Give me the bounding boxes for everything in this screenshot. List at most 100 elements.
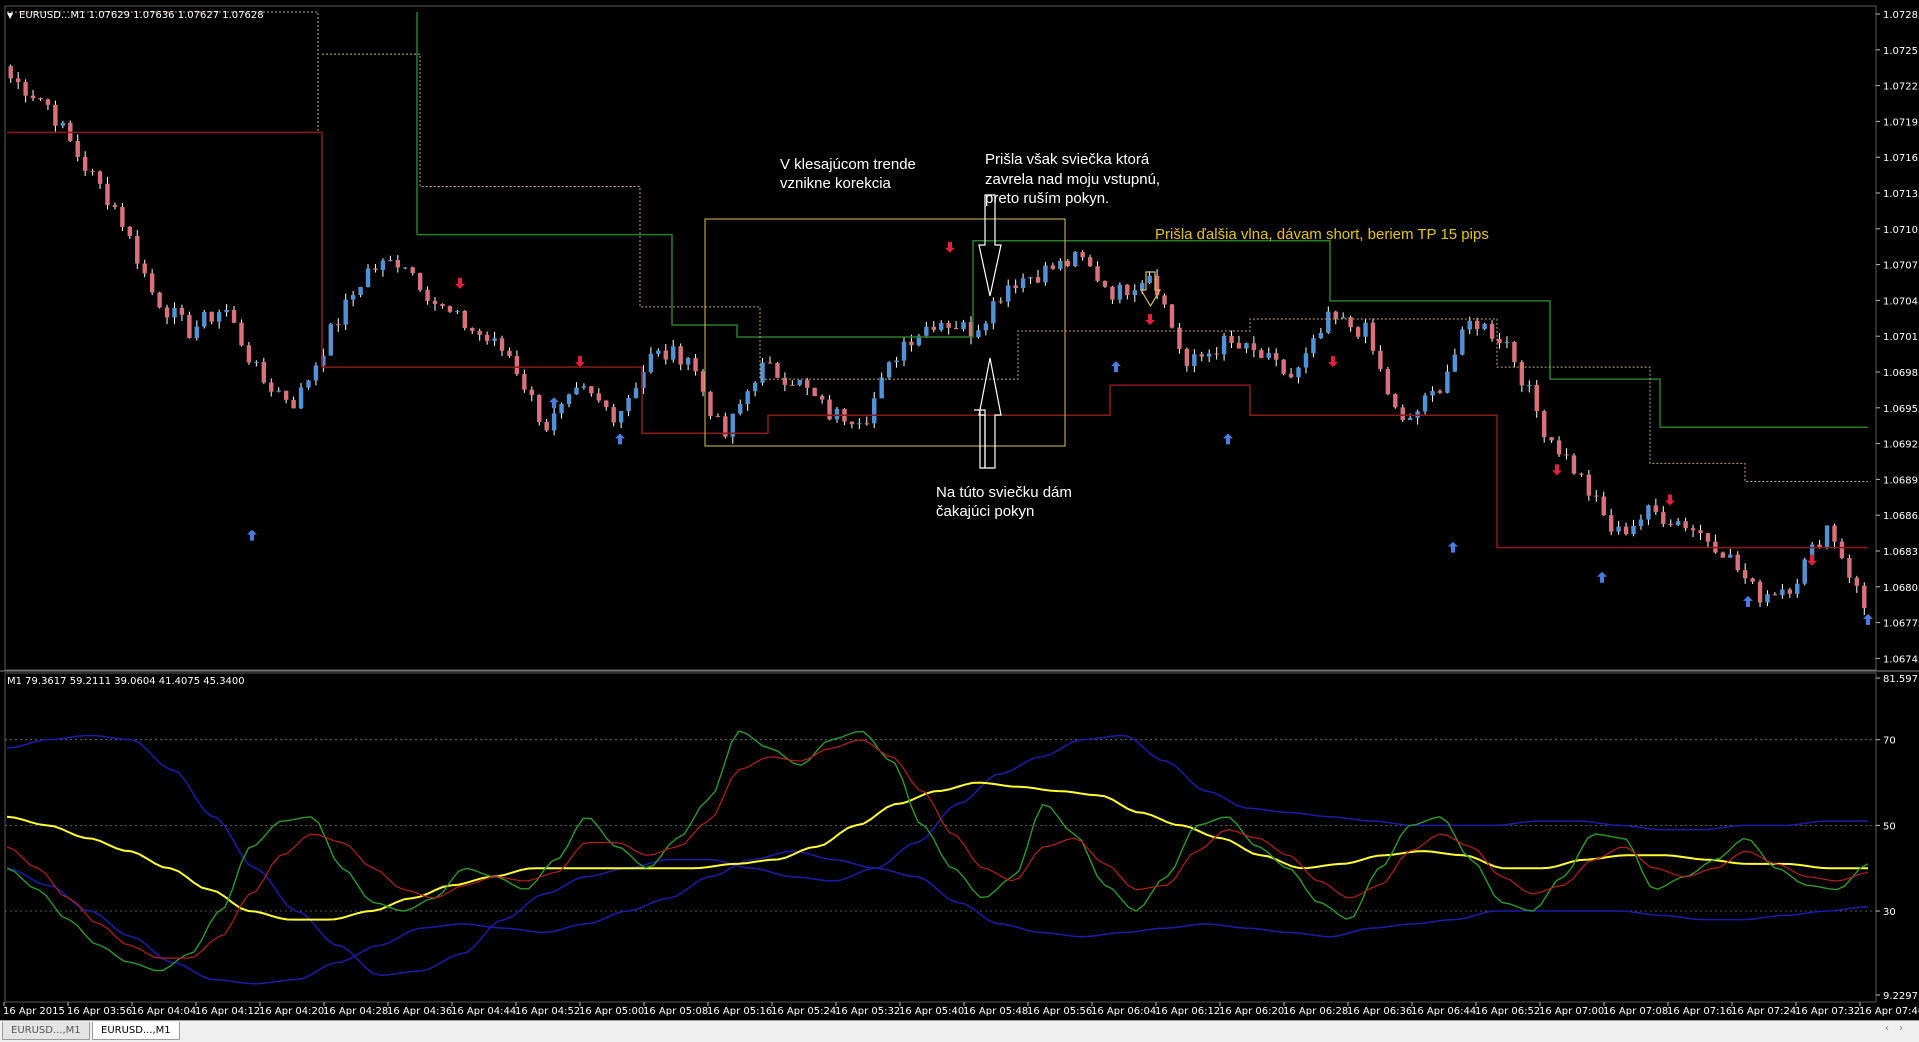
candle-body xyxy=(834,408,840,420)
buy-signal-arrow-icon xyxy=(1448,541,1458,553)
candle-body xyxy=(276,390,281,392)
chart-tab-2[interactable]: EURUSD...,M1 xyxy=(92,1022,180,1040)
candle-body xyxy=(1527,384,1532,386)
candle-body xyxy=(53,104,58,126)
candle-body xyxy=(1207,353,1212,357)
candle-body xyxy=(1720,552,1726,558)
candle-body xyxy=(827,399,832,420)
time-axis-label: 16 Apr 2015 xyxy=(3,1006,65,1017)
candle-body xyxy=(1795,583,1800,594)
candle-body xyxy=(343,299,348,325)
candle-body xyxy=(1601,496,1606,516)
candle-body xyxy=(455,310,460,312)
price-axis-label: 1.07105 xyxy=(1883,225,1919,236)
stochastic-signal-line xyxy=(6,739,1869,959)
candle-body xyxy=(633,388,639,398)
candle-body xyxy=(350,295,356,300)
candle-body xyxy=(306,380,311,388)
candle-body xyxy=(1058,260,1063,269)
candle-body xyxy=(514,356,520,375)
candle-body xyxy=(172,307,177,318)
candle-body xyxy=(313,365,319,381)
candle-body xyxy=(1326,311,1331,333)
candle-body xyxy=(738,403,743,414)
candle-body xyxy=(492,338,497,341)
main-chart-header: EURUSD...M1 1.07629 1.07636 1.07627 1.07… xyxy=(19,10,264,21)
price-axis-label: 1.06985 xyxy=(1883,368,1919,379)
candle-body xyxy=(544,421,549,431)
candle-body xyxy=(425,290,430,301)
candle-body xyxy=(239,322,244,346)
cancel-arrow-icon[interactable] xyxy=(978,194,1002,297)
candle-body xyxy=(1028,277,1033,279)
pending-arrow-icon[interactable] xyxy=(974,357,1002,469)
candle-body xyxy=(1787,589,1793,594)
candle-body xyxy=(1125,284,1130,296)
candle-body xyxy=(1035,277,1041,283)
candle-body xyxy=(805,380,810,388)
price-axis-label: 1.06745 xyxy=(1883,654,1919,665)
correction-box[interactable] xyxy=(704,218,1066,447)
candle-body xyxy=(1281,359,1286,374)
candle-body xyxy=(1832,525,1837,542)
candle-body xyxy=(1594,495,1599,497)
time-axis-label: 16 Apr 05:48 xyxy=(963,1006,1028,1017)
tab-scroll-arrows[interactable]: ‹› xyxy=(1885,1023,1913,1034)
candle-body xyxy=(1073,252,1078,267)
time-axis-label: 16 Apr 05:32 xyxy=(835,1006,900,1017)
candle-body xyxy=(1735,554,1740,571)
candle-body xyxy=(1318,332,1324,339)
stochastic-main-line xyxy=(6,730,1869,972)
candle-body xyxy=(1065,260,1070,267)
candle-body xyxy=(931,326,936,330)
candle-body xyxy=(209,311,214,322)
candle-body xyxy=(961,322,966,330)
candle-body xyxy=(1824,525,1830,548)
candle-body xyxy=(1452,354,1458,372)
candle-body xyxy=(135,236,140,264)
sell-signal-arrow-icon xyxy=(455,277,465,289)
candle-body xyxy=(8,66,13,79)
candle-body xyxy=(202,311,207,327)
candle-body xyxy=(1437,390,1443,393)
main-chart-frame xyxy=(4,5,1877,671)
candle-body xyxy=(75,140,80,157)
candle-body xyxy=(1586,474,1592,496)
annotation-pending: Na túto sviečku dám čakajúci pokyn xyxy=(936,484,1076,520)
candle-body xyxy=(1757,581,1763,603)
candle-body xyxy=(470,328,475,331)
price-axis-label: 1.06775 xyxy=(1883,619,1919,630)
candle-body xyxy=(1489,323,1495,339)
candle-body xyxy=(983,323,989,331)
candle-body xyxy=(1698,530,1703,534)
candle-body xyxy=(767,362,773,364)
candle-body xyxy=(1623,526,1629,535)
candle-body xyxy=(1117,284,1123,300)
dropdown-triangle-icon[interactable]: ▼ xyxy=(7,11,14,20)
indicator-frame xyxy=(4,672,1877,1003)
candle-body xyxy=(991,301,996,324)
candle-body xyxy=(1445,371,1450,393)
time-axis-label: 16 Apr 04:44 xyxy=(451,1006,516,1017)
chart-tab-1[interactable]: EURUSD...,M1 xyxy=(2,1022,90,1040)
time-axis-label: 16 Apr 06:36 xyxy=(1347,1006,1412,1017)
candle-body xyxy=(1571,455,1577,474)
candle-body xyxy=(1675,521,1681,525)
candle-body xyxy=(656,350,661,354)
candle-body xyxy=(1043,265,1048,283)
candle-body xyxy=(752,382,758,392)
candle-body xyxy=(1474,320,1480,329)
candle-body xyxy=(1728,554,1733,558)
time-axis-label: 16 Apr 07:16 xyxy=(1667,1006,1732,1017)
time-axis-label: 16 Apr 05:16 xyxy=(707,1006,772,1017)
chart-canvas[interactable]: 1.07285 1.07255 1.07225 1.07195 1.07165 1.071… xyxy=(0,0,1919,1041)
candle-body xyxy=(1110,286,1115,300)
candle-body xyxy=(939,322,944,330)
candle-body xyxy=(894,360,899,363)
candle-body xyxy=(901,341,907,361)
time-axis-label: 16 Apr 05:08 xyxy=(643,1006,708,1017)
candle-body xyxy=(864,423,869,425)
time-axis-label: 16 Apr 04:04 xyxy=(131,1006,196,1017)
sell-signal-arrow-icon xyxy=(1807,554,1817,566)
candle-body xyxy=(1668,523,1673,525)
